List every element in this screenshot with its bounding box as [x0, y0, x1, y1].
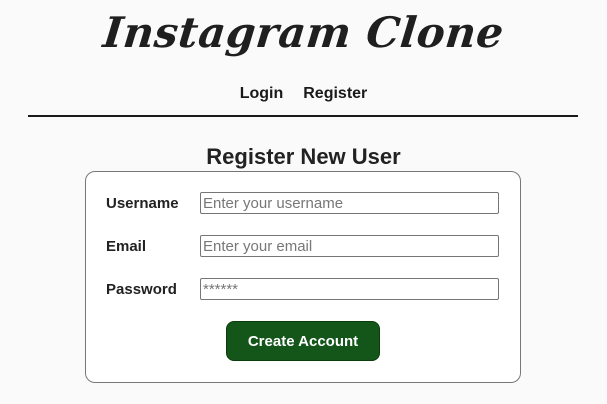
username-input[interactable]: [200, 192, 499, 214]
password-label: Password: [106, 281, 177, 298]
brand-title: Instagram Clone: [100, 8, 507, 57]
header-divider: [28, 115, 578, 117]
password-input[interactable]: [200, 278, 499, 300]
main-nav: Login Register: [0, 83, 607, 105]
email-input[interactable]: [200, 235, 499, 257]
nav-login-link[interactable]: Login: [240, 83, 284, 105]
email-row: Email: [106, 235, 500, 259]
page-title: Register New User: [206, 144, 401, 169]
email-label: Email: [106, 238, 147, 255]
create-account-button[interactable]: Create Account: [226, 321, 380, 361]
username-label: Username: [106, 195, 179, 212]
username-row: Username: [106, 192, 500, 216]
register-form: Username Email Password Create Account: [85, 171, 521, 383]
nav-register-link[interactable]: Register: [303, 83, 367, 105]
password-row: Password: [106, 278, 500, 302]
